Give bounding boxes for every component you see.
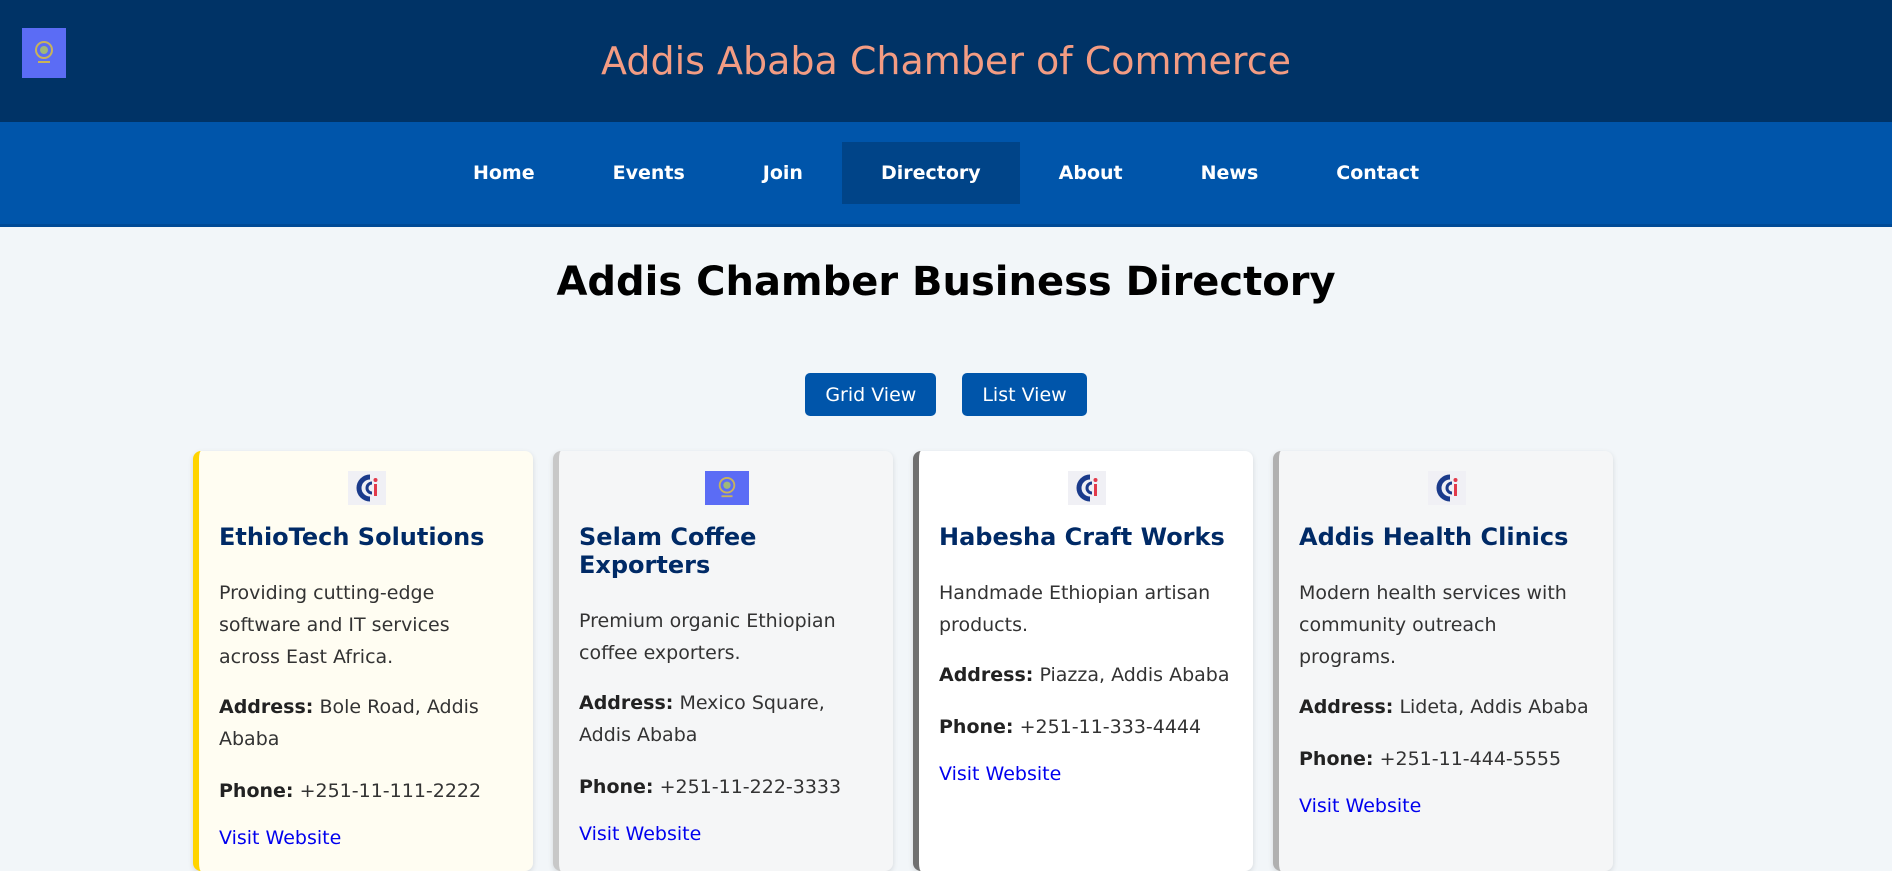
business-cards: EthioTech Solutions Providing cutting-ed…: [193, 451, 1613, 871]
address-label: Address:: [1299, 696, 1394, 718]
address-label: Address:: [579, 692, 674, 714]
nav-home[interactable]: Home: [434, 142, 574, 204]
site-header: Addis Ababa Chamber of Commerce: [0, 0, 1892, 122]
card-logo: [1299, 471, 1595, 505]
business-address: Address: Piazza, Addis Ababa: [939, 659, 1235, 691]
address-value: Piazza, Addis Ababa: [1039, 664, 1230, 686]
nav-directory[interactable]: Directory: [841, 142, 1020, 204]
site-title: Addis Ababa Chamber of Commerce: [601, 39, 1291, 83]
business-phone: Phone: +251-11-111-2222: [219, 775, 515, 807]
business-name: Habesha Craft Works: [939, 523, 1225, 551]
address-label: Address:: [939, 664, 1034, 686]
nav-about[interactable]: About: [1020, 142, 1162, 204]
business-name: Selam Coffee Exporters: [579, 523, 757, 579]
card-logo: [579, 471, 875, 505]
phone-label: Phone:: [579, 776, 654, 798]
business-phone: Phone: +251-11-444-5555: [1299, 743, 1595, 775]
phone-label: Phone:: [939, 716, 1014, 738]
business-phone: Phone: +251-11-333-4444: [939, 711, 1235, 743]
business-address: Address: Bole Road, Addis Ababa: [219, 691, 515, 755]
business-card: Addis Health Clinics Modern health servi…: [1273, 451, 1613, 871]
main-nav: Home Events Join Directory About News Co…: [0, 122, 1892, 227]
business-description: Modern health services with community ou…: [1299, 582, 1567, 668]
phone-label: Phone:: [219, 780, 294, 802]
grid-view-button[interactable]: Grid View: [805, 373, 937, 416]
nav-join[interactable]: Join: [724, 142, 842, 204]
business-name: Addis Health Clinics: [1299, 523, 1569, 551]
nav-contact[interactable]: Contact: [1297, 142, 1458, 204]
business-description: Providing cutting-edge software and IT s…: [219, 582, 450, 668]
visit-website-link[interactable]: Visit Website: [939, 763, 1061, 785]
business-card: Selam Coffee Exporters Premium organic E…: [553, 451, 893, 871]
business-address: Address: Lideta, Addis Ababa: [1299, 691, 1595, 723]
phone-label: Phone:: [1299, 748, 1374, 770]
chamber-logo-icon: [705, 471, 749, 505]
visit-website-link[interactable]: Visit Website: [219, 827, 341, 849]
business-phone: Phone: +251-11-222-3333: [579, 771, 875, 803]
card-logo: [939, 471, 1235, 505]
business-name: EthioTech Solutions: [219, 523, 485, 551]
business-address: Address: Mexico Square, Addis Ababa: [579, 687, 875, 751]
visit-website-link[interactable]: Visit Website: [1299, 795, 1421, 817]
card-logo: [219, 471, 515, 505]
business-card: EthioTech Solutions Providing cutting-ed…: [193, 451, 533, 871]
view-toggle: Grid View List View: [0, 373, 1892, 416]
phone-value: +251-11-444-5555: [1379, 748, 1562, 770]
business-description: Premium organic Ethiopian coffee exporte…: [579, 610, 836, 664]
phone-value: +251-11-333-4444: [1019, 716, 1202, 738]
business-card: Habesha Craft Works Handmade Ethiopian a…: [913, 451, 1253, 871]
ci-logo-icon: [1428, 471, 1466, 505]
main-content: Addis Chamber Business Directory Grid Vi…: [0, 227, 1892, 416]
nav-news[interactable]: News: [1162, 142, 1298, 204]
nav-events[interactable]: Events: [574, 142, 724, 204]
chamber-logo-icon[interactable]: [22, 28, 66, 78]
visit-website-link[interactable]: Visit Website: [579, 823, 701, 845]
ci-logo-icon: [1068, 471, 1106, 505]
business-description: Handmade Ethiopian artisan products.: [939, 582, 1211, 636]
phone-value: +251-11-222-3333: [659, 776, 842, 798]
ci-logo-icon: [348, 471, 386, 505]
page-title: Addis Chamber Business Directory: [556, 259, 1336, 305]
phone-value: +251-11-111-2222: [299, 780, 482, 802]
address-value: Lideta, Addis Ababa: [1399, 696, 1589, 718]
list-view-button[interactable]: List View: [962, 373, 1087, 416]
address-label: Address:: [219, 696, 314, 718]
